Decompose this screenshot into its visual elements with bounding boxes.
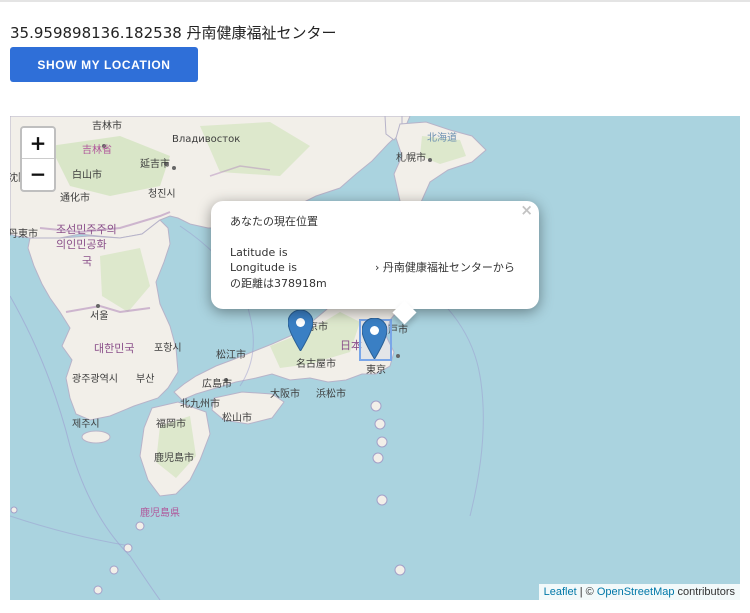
label-jilin-province: 吉林省 (82, 145, 112, 156)
popup-content: あなたの現在位置 Latitude is Longitude is › 丹南健康福… (230, 214, 525, 291)
label-hiroshima: 広島市 (202, 379, 232, 390)
popup-longitude: Longitude is (230, 261, 297, 274)
label-dandong: 丹東市 (10, 229, 38, 240)
top-divider (0, 0, 750, 2)
label-tonghua: 通化市 (60, 193, 90, 204)
zoom-in-button[interactable]: + (22, 128, 54, 159)
label-baishan: 白山市 (72, 170, 102, 181)
label-fukuoka: 福岡市 (156, 419, 186, 430)
zoom-out-button[interactable]: − (22, 159, 54, 189)
popup-distance-line2: の距離は378918m (230, 276, 327, 290)
leaflet-link[interactable]: Leaflet (544, 586, 577, 598)
marker-pin-icon (287, 309, 314, 352)
openstreetmap-link[interactable]: OpenStreetMap (597, 586, 675, 598)
label-busan: 부산 (136, 374, 155, 385)
label-dprk-line1: 조선민주주의 (56, 223, 117, 236)
location-popup: × あなたの現在位置 Latitude is Longitude is › 丹南健… (211, 201, 539, 325)
label-chongjin: 청진시 (148, 189, 176, 200)
popup-distance-line1: › 丹南健康福祉センターから (375, 261, 515, 274)
attribution-separator: | © (576, 586, 597, 598)
label-tokyo: 東京 (366, 365, 386, 376)
label-kagoshima-prefecture: 鹿児島県 (140, 508, 180, 519)
label-seoul: 서울 (90, 311, 109, 322)
marker-pin-icon (361, 317, 388, 360)
label-kitakyushu: 北九州市 (180, 399, 220, 410)
label-kagoshima-city: 鹿児島市 (154, 453, 194, 464)
zoom-control: + − (20, 126, 56, 192)
label-south-korea: 대한민국 (94, 342, 135, 355)
label-matsue: 松江市 (216, 350, 246, 361)
label-jeju: 제주시 (72, 419, 100, 430)
attribution-contributors: contributors (674, 586, 735, 598)
map-marker-facility[interactable] (361, 317, 388, 360)
popup-title: あなたの現在位置 (230, 215, 318, 228)
label-hokkaido: 北海道 (427, 133, 457, 144)
label-pohang: 포항시 (154, 343, 182, 354)
map-marker-current-location[interactable] (287, 309, 314, 352)
popup-longitude-row: Longitude is › 丹南健康福祉センターから (230, 260, 525, 276)
jeju-island (81, 430, 111, 444)
label-sapporo: 札幌市 (396, 153, 426, 164)
show-my-location-button[interactable]: SHOW MY LOCATION (10, 47, 198, 82)
label-jilin-city: 吉林市 (92, 121, 122, 132)
label-dprk-line2: 의인민공화 (56, 238, 107, 251)
map-container[interactable]: 吉林市 吉林省 Владивосток 延吉市 北海道 札幌市 白山市 청진시 … (10, 116, 740, 600)
label-gwangju: 광주광역시 (72, 374, 118, 385)
label-yanji: 延吉市 (140, 159, 170, 170)
label-hamamatsu: 浜松市 (316, 389, 346, 400)
label-osaka: 大阪市 (270, 389, 300, 400)
popup-latitude: Latitude is (230, 245, 288, 259)
label-dprk-line3: 국 (82, 255, 93, 268)
label-matsuyama: 松山市 (222, 413, 252, 424)
map-attribution: Leaflet | © OpenStreetMap contributors (538, 584, 740, 600)
coordinates-text: 35.959898136.182538 丹南健康福祉センター (10, 24, 337, 42)
label-nagoya: 名古屋市 (296, 359, 336, 370)
label-vladivostok: Владивосток (172, 134, 241, 145)
